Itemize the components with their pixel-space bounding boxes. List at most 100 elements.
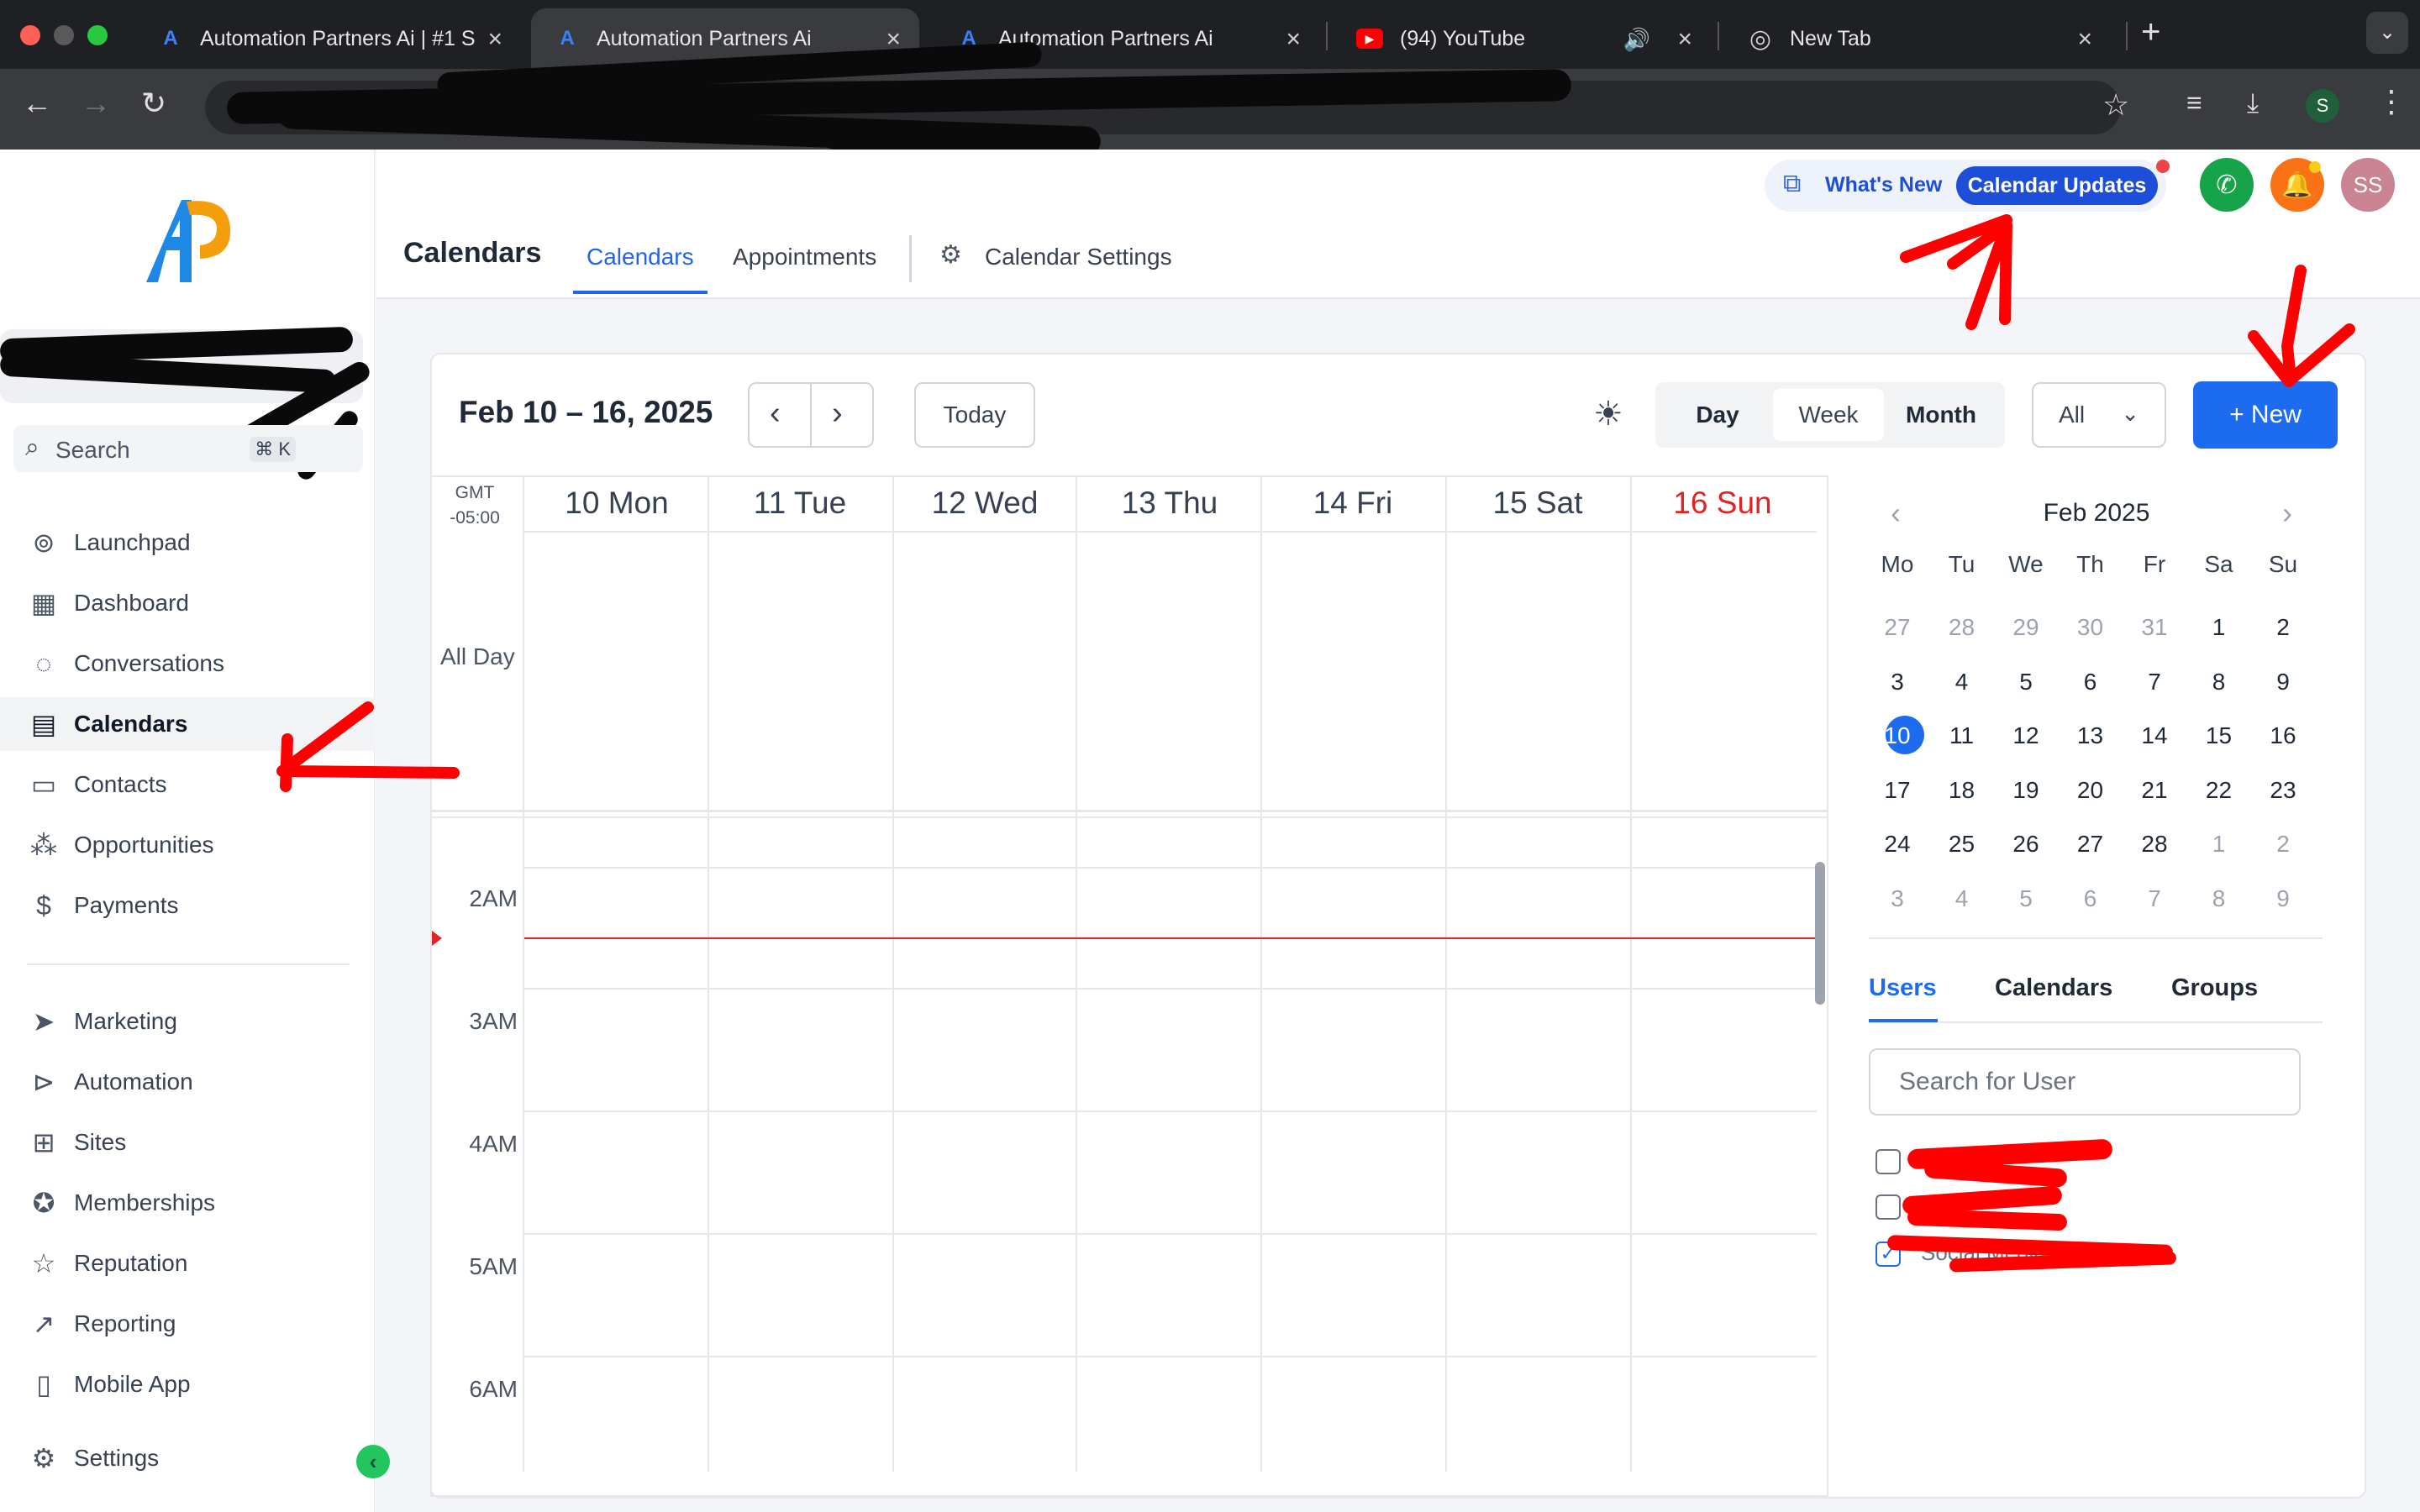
browser-tab[interactable]: ▶ (94) YouTube 🔊 ×: [1333, 8, 1711, 69]
view-week-button[interactable]: Week: [1773, 389, 1884, 441]
mini-calendar-day[interactable]: 12: [2002, 717, 2049, 755]
day-header[interactable]: 14 Fri: [1260, 486, 1445, 521]
sidebar-item-contacts[interactable]: ▭ Contacts: [0, 758, 375, 811]
view-day-button[interactable]: Day: [1662, 389, 1773, 441]
sidebar-item-automation[interactable]: ⊳ Automation: [0, 1055, 375, 1109]
sidebar-item-reporting[interactable]: ↗ Reporting: [0, 1297, 375, 1351]
close-tab-icon[interactable]: ×: [1677, 25, 1692, 54]
today-button[interactable]: Today: [914, 382, 1035, 448]
mini-calendar-day[interactable]: 3: [1874, 879, 1921, 918]
mini-calendar-day[interactable]: 15: [2196, 717, 2243, 755]
mini-calendar-day[interactable]: 4: [1939, 663, 1986, 701]
mini-calendar-day[interactable]: 4: [1939, 879, 1986, 918]
reload-icon[interactable]: ↻: [141, 86, 166, 121]
mini-calendar-day[interactable]: 23: [2260, 771, 2307, 810]
tab-calendar-settings[interactable]: Calendar Settings: [985, 244, 1172, 270]
user-checkbox[interactable]: [1876, 1194, 1901, 1220]
mini-calendar-day[interactable]: 1: [2196, 608, 2243, 647]
browser-menu-icon[interactable]: ⋮: [2376, 84, 2407, 119]
close-tab-icon[interactable]: ×: [1286, 25, 1301, 54]
sidebar-item-calendars[interactable]: ▤ Calendars: [0, 697, 375, 751]
new-tab-icon[interactable]: +: [2141, 13, 2160, 51]
mini-calendar-day[interactable]: 20: [2067, 771, 2114, 810]
sidebar-item-conversations[interactable]: ◌ Conversations: [0, 637, 375, 690]
mini-calendar-day[interactable]: 6: [2067, 663, 2114, 701]
mini-calendar-day[interactable]: 8: [2196, 663, 2243, 701]
mini-calendar-day[interactable]: 11: [1939, 717, 1986, 755]
tab-search-icon[interactable]: ⌄: [2366, 12, 2408, 54]
sidebar-item-marketing[interactable]: ➤ Marketing: [0, 995, 375, 1048]
sidebar-item-dashboard[interactable]: ▦ Dashboard: [0, 576, 375, 630]
mini-calendar-day[interactable]: 31: [2131, 608, 2178, 647]
day-header[interactable]: 12 Wed: [892, 486, 1077, 521]
chevron-right-icon[interactable]: ›: [2282, 496, 2292, 531]
tab-appointments[interactable]: Appointments: [733, 244, 876, 270]
mini-calendar-day[interactable]: 27: [2067, 825, 2114, 864]
close-tab-icon[interactable]: ×: [487, 25, 502, 54]
mini-calendar-day[interactable]: 8: [2196, 879, 2243, 918]
mini-calendar-day[interactable]: 16: [2260, 717, 2307, 755]
sidebar-item-memberships[interactable]: ✪ Memberships: [0, 1176, 375, 1230]
gear-icon[interactable]: ⚙: [939, 240, 962, 270]
day-header[interactable]: 15 Sat: [1445, 486, 1630, 521]
mini-calendar-day[interactable]: 18: [1939, 771, 1986, 810]
tab-users[interactable]: Users: [1869, 974, 1937, 1002]
mini-calendar-day-selected[interactable]: 10: [1874, 717, 1921, 755]
new-appointment-button[interactable]: + New: [2193, 381, 2338, 449]
download-icon[interactable]: ⤓: [2247, 87, 2259, 119]
sidebar-item-settings[interactable]: ⚙ Settings: [0, 1431, 375, 1485]
mini-calendar-day[interactable]: 17: [1874, 771, 1921, 810]
collapse-sidebar-button[interactable]: ‹: [356, 1445, 390, 1478]
mini-calendar-day[interactable]: 7: [2131, 879, 2178, 918]
filter-select[interactable]: All ⌄: [2032, 382, 2166, 448]
mini-calendar-day[interactable]: 28: [1939, 608, 1986, 647]
mini-calendar-day[interactable]: 13: [2067, 717, 2114, 755]
mini-calendar-day[interactable]: 5: [2002, 879, 2049, 918]
scrollbar[interactable]: [1815, 862, 1825, 1005]
browser-tab[interactable]: ◎ New Tab ×: [1724, 8, 2111, 69]
mini-calendar-day[interactable]: 22: [2196, 771, 2243, 810]
chevron-left-icon[interactable]: ‹: [1891, 496, 1901, 531]
mini-calendar-day[interactable]: 14: [2131, 717, 2178, 755]
mini-calendar-day[interactable]: 1: [2196, 825, 2243, 864]
mini-calendar-day[interactable]: 9: [2260, 879, 2307, 918]
day-header[interactable]: 13 Thu: [1077, 486, 1262, 521]
mini-calendar-day[interactable]: 26: [2002, 825, 2049, 864]
phone-button[interactable]: ✆: [2200, 158, 2254, 212]
minimize-window-button[interactable]: [54, 25, 74, 45]
mini-calendar-day[interactable]: 2: [2260, 608, 2307, 647]
sidebar-item-reputation[interactable]: ☆ Reputation: [0, 1236, 375, 1290]
close-tab-icon[interactable]: ×: [2077, 25, 2092, 54]
view-month-button[interactable]: Month: [1884, 389, 1998, 441]
lightbulb-icon[interactable]: ☀: [1593, 395, 1623, 433]
mini-calendar-day[interactable]: 2: [2260, 825, 2307, 864]
search-user-input[interactable]: Search for User: [1869, 1048, 2301, 1116]
sidebar-item-sites[interactable]: ⊞ Sites: [0, 1116, 375, 1169]
sidebar-item-launchpad[interactable]: ⊚ Launchpad: [0, 516, 375, 570]
sidebar-item-opportunities[interactable]: ⁂ Opportunities: [0, 818, 375, 872]
chevron-left-icon[interactable]: ‹: [770, 396, 781, 432]
day-header-weekend[interactable]: 16 Sun: [1630, 486, 1815, 521]
day-header[interactable]: 11 Tue: [708, 486, 892, 521]
mini-calendar-day[interactable]: 3: [1874, 663, 1921, 701]
day-header[interactable]: 10 Mon: [524, 486, 709, 521]
mini-calendar-day[interactable]: 5: [2002, 663, 2049, 701]
forward-icon[interactable]: →: [81, 86, 111, 121]
tab-calendars-filter[interactable]: Calendars: [1995, 974, 2112, 1002]
maximize-window-button[interactable]: [87, 25, 108, 45]
mini-calendar-day[interactable]: 6: [2067, 879, 2114, 918]
sidebar-search[interactable]: ⌕ Search ⌘ K: [13, 425, 363, 472]
sidebar-item-payments[interactable]: $ Payments: [0, 879, 375, 932]
user-avatar[interactable]: SS: [2341, 158, 2395, 212]
mini-calendar-day[interactable]: 25: [1939, 825, 1986, 864]
mini-calendar-day[interactable]: 27: [1874, 608, 1921, 647]
tab-groups[interactable]: Groups: [2171, 974, 2258, 1002]
speaker-icon[interactable]: 🔊: [1623, 27, 1650, 53]
user-checkbox[interactable]: [1876, 1149, 1901, 1174]
back-icon[interactable]: ←: [22, 86, 52, 121]
chevron-right-icon[interactable]: ›: [832, 396, 843, 432]
mini-calendar-day[interactable]: 29: [2002, 608, 2049, 647]
mini-calendar-day[interactable]: 21: [2131, 771, 2178, 810]
mini-calendar-day[interactable]: 24: [1874, 825, 1921, 864]
calendar-updates-pill[interactable]: Calendar Updates: [1956, 166, 2158, 205]
